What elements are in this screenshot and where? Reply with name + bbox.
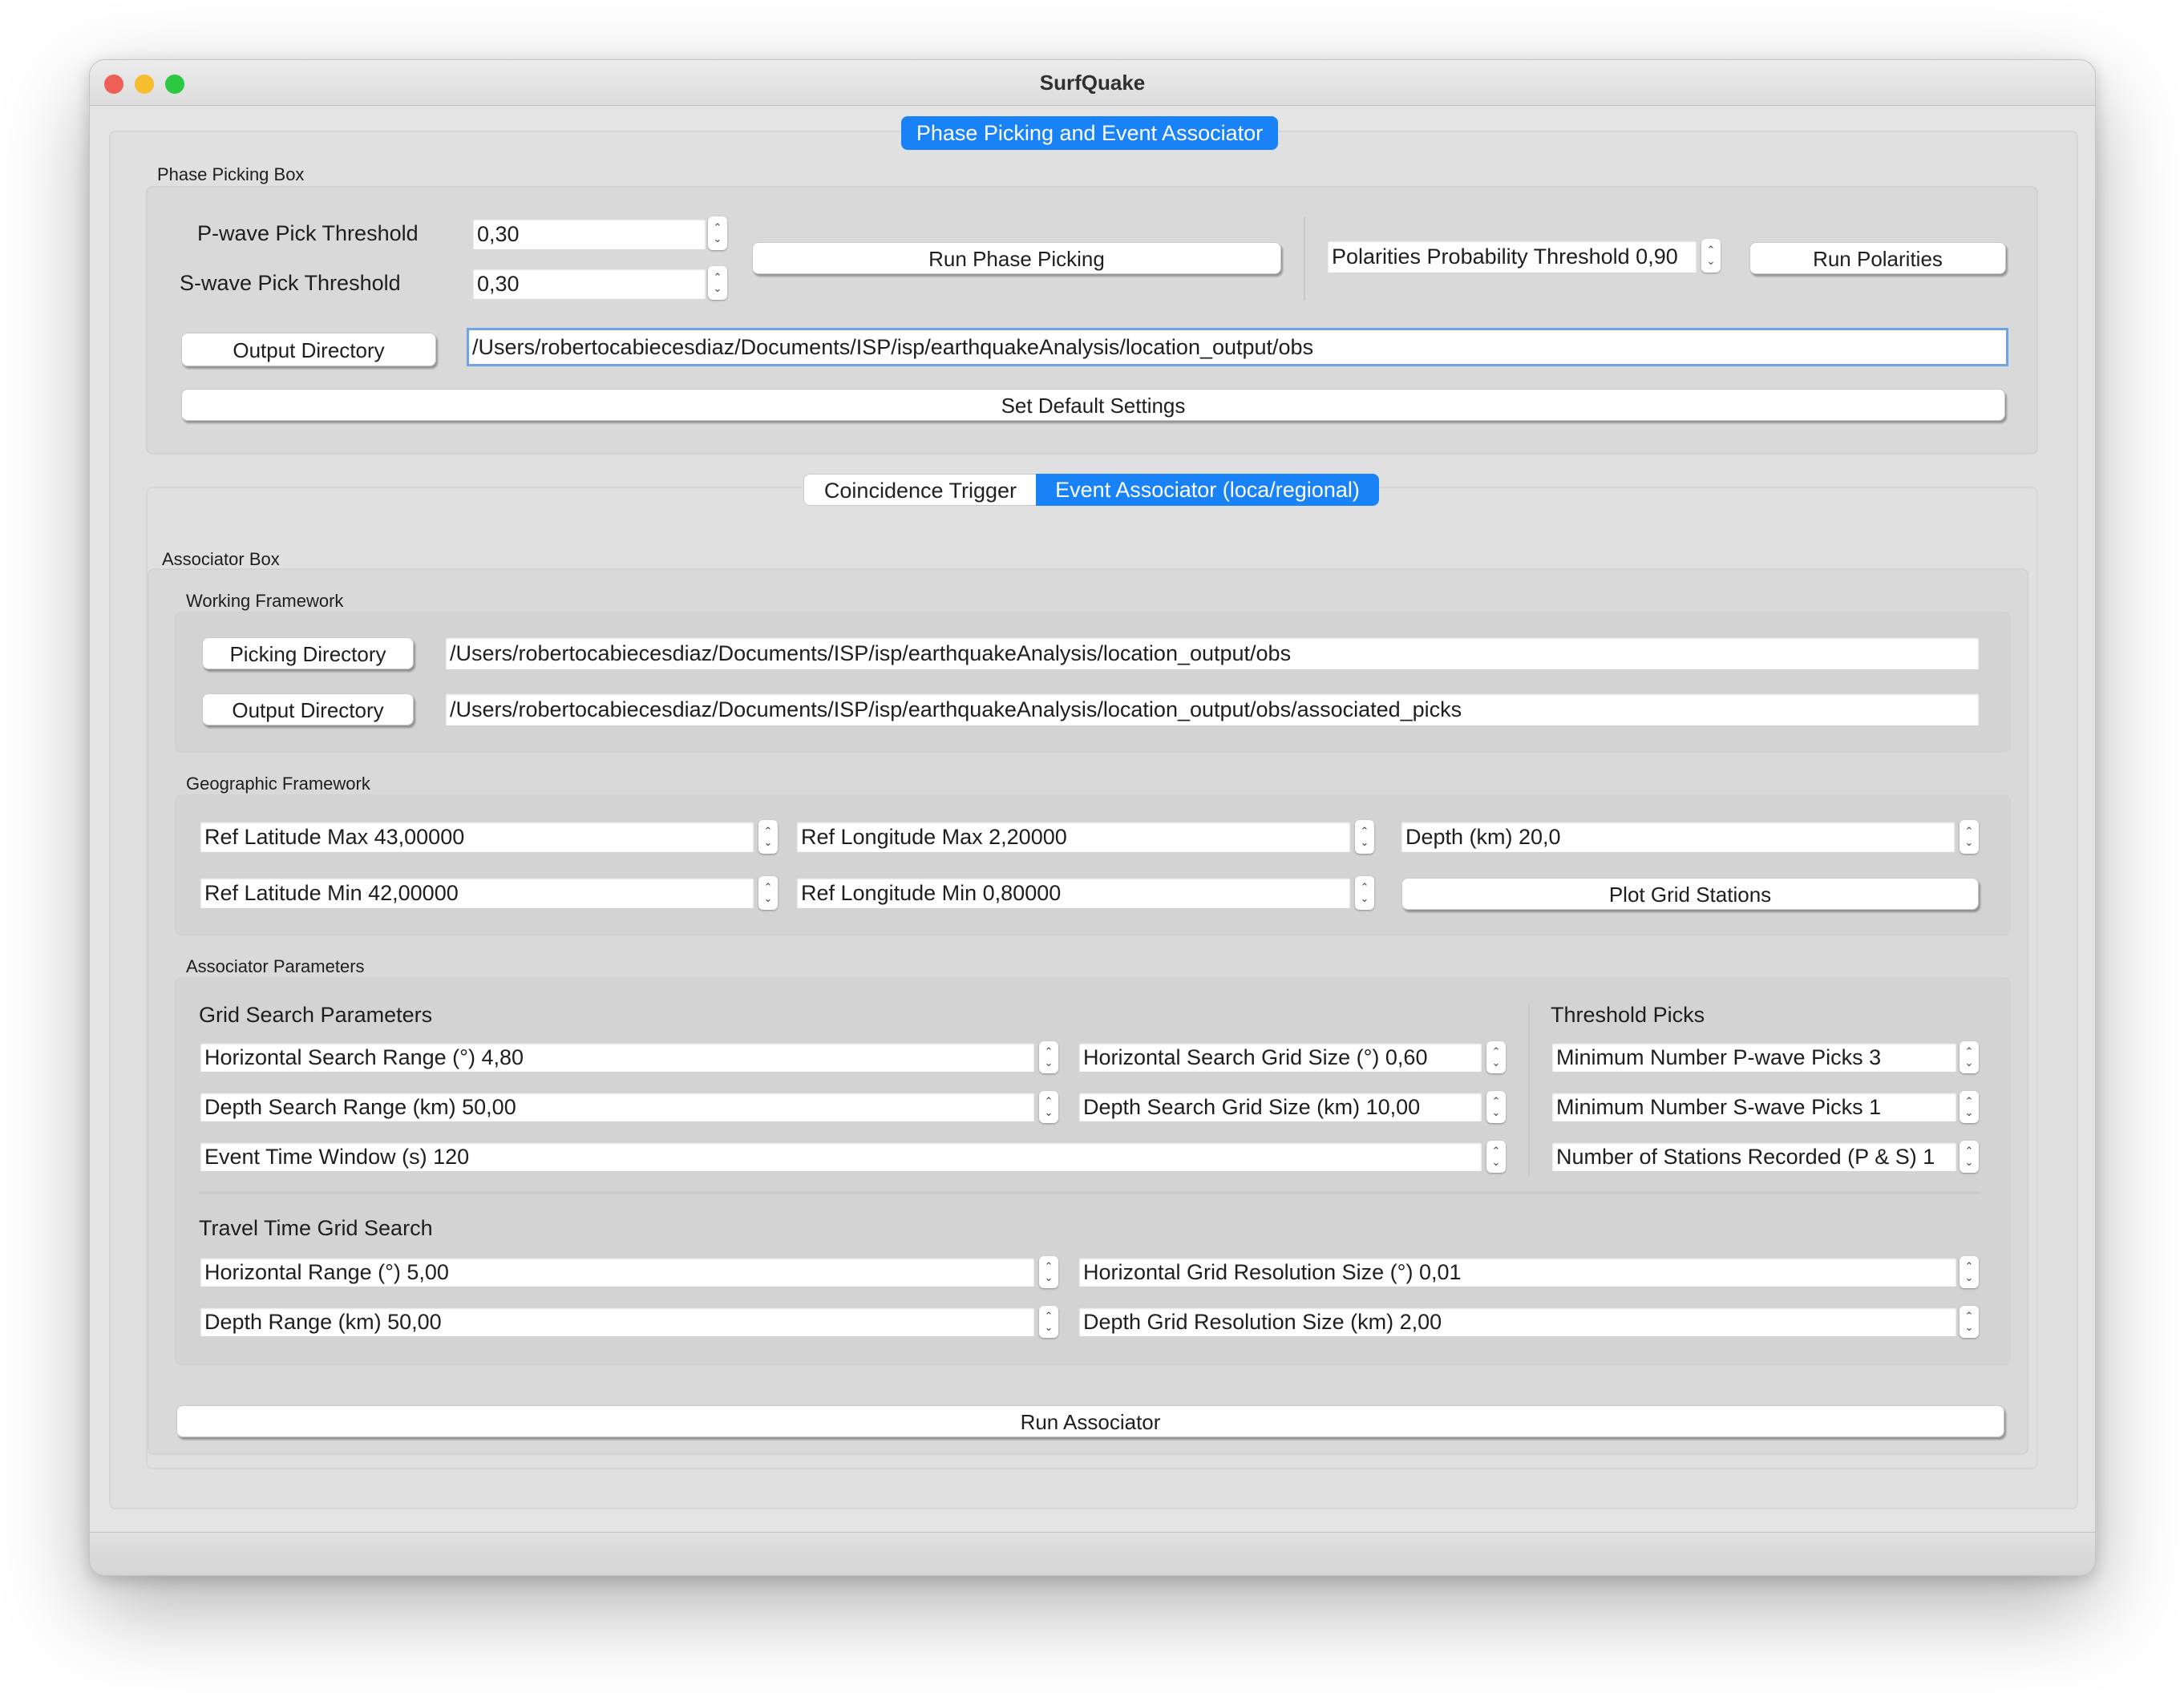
event-time-window-input[interactable]: Event Time Window (s) 120	[200, 1142, 1482, 1171]
p-wave-threshold-stepper[interactable]: ⌃ ⌄	[708, 216, 727, 250]
window-title: SurfQuake	[1039, 71, 1146, 95]
grid-search-title: Grid Search Parameters	[199, 1003, 433, 1027]
ref-longitude-min-stepper[interactable]: ⌃ ⌄	[1355, 876, 1374, 910]
ref-longitude-min-input[interactable]: Ref Longitude Min 0,80000	[797, 878, 1350, 908]
tab-phase-picking-associator[interactable]: Phase Picking and Event Associator	[901, 116, 1278, 150]
parameters-separator	[199, 1192, 1980, 1194]
s-wave-threshold-stepper[interactable]: ⌃ ⌄	[708, 266, 727, 300]
tt-horizontal-resolution-input[interactable]: Horizontal Grid Resolution Size (°) 0,01	[1079, 1258, 1956, 1287]
picking-separator	[1304, 217, 1305, 301]
s-wave-threshold-label: S-wave Pick Threshold	[180, 271, 401, 295]
associator-output-directory-input[interactable]: /Users/robertocabiecesdiaz/Documents/ISP…	[446, 693, 1979, 725]
horizontal-search-grid-input[interactable]: Horizontal Search Grid Size (°) 0,60	[1079, 1043, 1482, 1072]
run-polarities-button[interactable]: Run Polarities	[1749, 242, 2006, 274]
tt-depth-range-input[interactable]: Depth Range (km) 50,00	[200, 1307, 1034, 1336]
horizontal-search-range-stepper[interactable]: ⌃ ⌄	[1039, 1041, 1058, 1073]
depth-search-grid-stepper[interactable]: ⌃ ⌄	[1486, 1091, 1506, 1123]
horizontal-search-range-input[interactable]: Horizontal Search Range (°) 4,80	[200, 1043, 1034, 1072]
polarities-threshold-stepper[interactable]: ⌃ ⌄	[1701, 239, 1721, 273]
depth-search-range-stepper[interactable]: ⌃ ⌄	[1039, 1091, 1058, 1123]
threshold-picks-title: Threshold Picks	[1551, 1003, 1705, 1027]
phase-picking-box-title: Phase Picking Box	[157, 164, 305, 184]
s-wave-threshold-input[interactable]: 0,30	[473, 269, 706, 299]
tt-depth-resolution-input[interactable]: Depth Grid Resolution Size (km) 2,00	[1079, 1307, 1956, 1336]
associator-box-title: Associator Box	[162, 549, 280, 569]
tt-horizontal-range-stepper[interactable]: ⌃ ⌄	[1039, 1256, 1058, 1288]
depth-search-grid-input[interactable]: Depth Search Grid Size (km) 10,00	[1079, 1093, 1482, 1121]
tab-coincidence-trigger[interactable]: Coincidence Trigger	[803, 474, 1037, 506]
plot-grid-stations-button[interactable]: Plot Grid Stations	[1401, 878, 1979, 910]
tt-horizontal-range-input[interactable]: Horizontal Range (°) 5,00	[200, 1258, 1034, 1287]
tt-depth-resolution-stepper[interactable]: ⌃ ⌄	[1960, 1306, 1979, 1338]
set-default-settings-button[interactable]: Set Default Settings	[181, 389, 2005, 421]
min-p-wave-picks-stepper[interactable]: ⌃ ⌄	[1960, 1041, 1979, 1073]
depth-search-range-input[interactable]: Depth Search Range (km) 50,00	[200, 1093, 1034, 1121]
ref-longitude-max-stepper[interactable]: ⌃ ⌄	[1355, 820, 1374, 854]
threshold-separator	[1528, 1003, 1530, 1176]
travel-time-grid-title: Travel Time Grid Search	[199, 1216, 433, 1240]
ref-longitude-max-input[interactable]: Ref Longitude Max 2,20000	[797, 822, 1350, 852]
working-framework-title: Working Framework	[186, 591, 344, 611]
run-associator-button[interactable]: Run Associator	[176, 1405, 2004, 1437]
ref-latitude-min-stepper[interactable]: ⌃ ⌄	[758, 876, 778, 910]
output-directory-input[interactable]: /Users/robertocabiecesdiaz/Documents/ISP…	[467, 328, 2008, 366]
output-directory-button[interactable]: Output Directory	[181, 333, 436, 366]
depth-input[interactable]: Depth (km) 20,0	[1401, 822, 1955, 852]
associator-output-directory-button[interactable]: Output Directory	[202, 693, 414, 725]
min-p-wave-picks-input[interactable]: Minimum Number P-wave Picks 3	[1552, 1043, 1956, 1072]
app-window: SurfQuake Phase Picking and Event Associ…	[89, 59, 2096, 1576]
geographic-framework-title: Geographic Framework	[186, 774, 370, 794]
horizontal-search-grid-stepper[interactable]: ⌃ ⌄	[1486, 1041, 1506, 1073]
associator-parameters-title: Associator Parameters	[186, 956, 365, 976]
p-wave-threshold-input[interactable]: 0,30	[473, 219, 706, 249]
ref-latitude-min-input[interactable]: Ref Latitude Min 42,00000	[200, 878, 754, 908]
stations-recorded-stepper[interactable]: ⌃ ⌄	[1960, 1141, 1979, 1173]
status-bar	[90, 1532, 2095, 1575]
tt-depth-range-stepper[interactable]: ⌃ ⌄	[1039, 1306, 1058, 1338]
ref-latitude-max-stepper[interactable]: ⌃ ⌄	[758, 820, 778, 854]
run-phase-picking-button[interactable]: Run Phase Picking	[752, 242, 1281, 274]
picking-directory-button[interactable]: Picking Directory	[202, 637, 414, 669]
depth-stepper[interactable]: ⌃ ⌄	[1960, 820, 1979, 854]
geographic-framework-panel	[175, 794, 2011, 935]
working-framework-panel	[175, 612, 2011, 753]
ref-latitude-max-input[interactable]: Ref Latitude Max 43,00000	[200, 822, 754, 852]
stations-recorded-input[interactable]: Number of Stations Recorded (P & S) 1	[1552, 1142, 1956, 1171]
title-bar: SurfQuake	[90, 60, 2095, 106]
tt-horizontal-resolution-stepper[interactable]: ⌃ ⌄	[1960, 1256, 1979, 1288]
p-wave-threshold-label: P-wave Pick Threshold	[197, 221, 419, 245]
event-time-window-stepper[interactable]: ⌃ ⌄	[1486, 1141, 1506, 1173]
min-s-wave-picks-stepper[interactable]: ⌃ ⌄	[1960, 1091, 1979, 1123]
tab-event-associator[interactable]: Event Associator (loca/regional)	[1036, 474, 1379, 506]
picking-directory-input[interactable]: /Users/robertocabiecesdiaz/Documents/ISP…	[446, 637, 1979, 669]
min-s-wave-picks-input[interactable]: Minimum Number S-wave Picks 1	[1552, 1093, 1956, 1121]
polarities-threshold-input[interactable]: Polarities Probability Threshold 0,90	[1328, 240, 1697, 273]
